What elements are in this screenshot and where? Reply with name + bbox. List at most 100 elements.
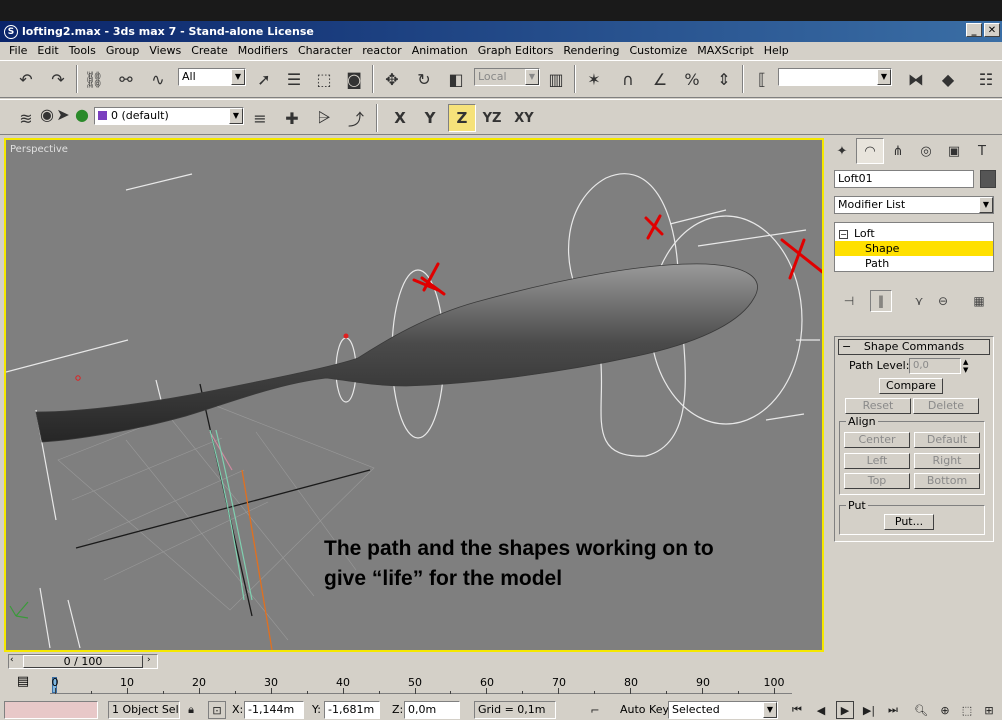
- stack-item-shape[interactable]: Shape: [835, 241, 993, 256]
- unlink-icon[interactable]: ⚯: [112, 65, 140, 93]
- frame-ruler[interactable]: 0 10 20 30 40 50 60 70 80 90 100: [50, 676, 792, 694]
- create-layer-icon[interactable]: ≡: [246, 104, 274, 132]
- align-center-button[interactable]: Center: [844, 432, 910, 448]
- move-icon[interactable]: ✥: [378, 65, 406, 93]
- window-crossing-icon[interactable]: ◙: [340, 65, 368, 93]
- go-to-start-icon[interactable]: ⏮: [788, 701, 806, 719]
- menu-create[interactable]: Create: [186, 44, 233, 57]
- spinner-arrows-icon[interactable]: ▲ ▼: [963, 358, 968, 374]
- align-icon[interactable]: ◆: [934, 65, 962, 93]
- menu-customize[interactable]: Customize: [624, 44, 692, 57]
- perspective-viewport[interactable]: Perspective The path and the shapes work…: [4, 138, 824, 652]
- show-end-result-icon[interactable]: ‖: [870, 290, 892, 312]
- select-by-name-icon[interactable]: ☰: [280, 65, 308, 93]
- zoom-icon[interactable]: 🔍︎: [912, 701, 930, 719]
- slider-next-icon[interactable]: ›: [147, 655, 151, 665]
- select-and-link-icon[interactable]: ⛓: [80, 65, 108, 93]
- layer-dropdown[interactable]: 0 (default) ▼: [94, 107, 244, 125]
- remove-modifier-icon[interactable]: ⊖: [932, 290, 954, 312]
- pin-stack-icon[interactable]: ⊣: [838, 290, 860, 312]
- go-to-end-icon[interactable]: ⏭: [884, 701, 902, 719]
- angle-snap-icon[interactable]: ∠: [646, 65, 674, 93]
- y-coordinate-field[interactable]: -1,681m: [324, 701, 380, 719]
- put-button[interactable]: Put...: [884, 514, 934, 530]
- menu-maxscript[interactable]: MAXScript: [692, 44, 758, 57]
- menu-animation[interactable]: Animation: [407, 44, 473, 57]
- zoom-all-icon[interactable]: ⊕: [936, 701, 954, 719]
- object-name-field[interactable]: Loft01: [834, 170, 974, 188]
- add-to-layer-icon[interactable]: ✚: [278, 104, 306, 132]
- select-layer-objects-icon[interactable]: ⩥: [310, 104, 338, 132]
- teapot-render-icon[interactable]: ●: [72, 100, 92, 128]
- close-button[interactable]: ✕: [984, 23, 1000, 37]
- key-filter-dropdown[interactable]: Selected ▼: [668, 701, 778, 719]
- make-unique-icon[interactable]: ⋎: [908, 290, 930, 312]
- menu-graph-editors[interactable]: Graph Editors: [473, 44, 559, 57]
- pivot-center-icon[interactable]: ▥: [542, 65, 570, 93]
- menu-edit[interactable]: Edit: [32, 44, 63, 57]
- axis-xy-button[interactable]: XY: [510, 104, 538, 132]
- reset-button[interactable]: Reset: [845, 398, 911, 414]
- visibility-eye-icon[interactable]: ◉: [40, 100, 54, 128]
- minimize-button[interactable]: _: [966, 23, 982, 37]
- snap-toggle-icon[interactable]: ∩: [614, 65, 642, 93]
- next-frame-icon[interactable]: ▶|: [860, 701, 878, 719]
- path-level-spinner[interactable]: 0,0: [909, 358, 961, 374]
- display-tab-icon[interactable]: ▣: [940, 138, 968, 164]
- slider-prev-icon[interactable]: ‹: [10, 655, 14, 665]
- layer-manager-icon[interactable]: ☷: [972, 65, 1000, 93]
- z-coordinate-field[interactable]: 0,0m: [404, 701, 460, 719]
- scale-icon[interactable]: ◧: [442, 65, 470, 93]
- select-object-icon[interactable]: ➚: [250, 65, 278, 93]
- previous-frame-icon[interactable]: ◀: [812, 701, 830, 719]
- reference-coordinate-dropdown[interactable]: Local ▼: [474, 68, 540, 86]
- object-color-swatch[interactable]: [980, 170, 996, 188]
- axis-yz-button[interactable]: YZ: [478, 104, 506, 132]
- absolute-mode-icon[interactable]: ⊡: [208, 701, 226, 719]
- axis-x-button[interactable]: X: [386, 104, 414, 132]
- zoom-extents-icon[interactable]: ⬚: [958, 701, 976, 719]
- freeze-icon[interactable]: ➤: [56, 100, 70, 128]
- axis-y-button[interactable]: Y: [416, 104, 444, 132]
- menu-group[interactable]: Group: [101, 44, 145, 57]
- redo-icon[interactable]: ↷: [44, 65, 72, 93]
- menu-reactor[interactable]: reactor: [357, 44, 406, 57]
- axis-z-button[interactable]: Z: [448, 104, 476, 132]
- named-selection-sets-dropdown[interactable]: ▼: [778, 68, 892, 86]
- compare-button[interactable]: Compare: [879, 378, 943, 394]
- menu-character[interactable]: Character: [293, 44, 357, 57]
- align-left-button[interactable]: Left: [844, 453, 910, 469]
- undo-icon[interactable]: ↶: [12, 65, 40, 93]
- bind-space-warp-icon[interactable]: ∿: [144, 65, 172, 93]
- lock-selection-icon[interactable]: 🔒︎: [182, 701, 200, 719]
- selection-filter-dropdown[interactable]: All ▼: [178, 68, 246, 86]
- time-slider-knob[interactable]: 0 / 100: [23, 655, 143, 668]
- spinner-snap-icon[interactable]: ⇕: [710, 65, 738, 93]
- track-bar[interactable]: ▤ 0 10 20 30 40 50 60 70 80 90 100: [0, 670, 1002, 698]
- stack-item-path[interactable]: Path: [835, 256, 993, 271]
- edit-named-selection-icon[interactable]: ⟦: [748, 65, 776, 93]
- delete-button[interactable]: Delete: [913, 398, 979, 414]
- menu-modifiers[interactable]: Modifiers: [233, 44, 293, 57]
- configure-modifier-sets-icon[interactable]: ▦: [968, 290, 990, 312]
- motion-tab-icon[interactable]: ◎: [912, 138, 940, 164]
- time-slider[interactable]: ‹ 0 / 100 ›: [8, 654, 158, 669]
- auto-key-button[interactable]: Auto Key: [620, 703, 669, 716]
- mini-curve-editor-icon[interactable]: ▤: [12, 674, 34, 694]
- align-default-button[interactable]: Default: [914, 432, 980, 448]
- set-key-icon[interactable]: ⌐: [582, 701, 608, 719]
- rectangular-selection-icon[interactable]: ⬚: [310, 65, 338, 93]
- menu-views[interactable]: Views: [144, 44, 186, 57]
- manipulate-icon[interactable]: ✶: [580, 65, 608, 93]
- hierarchy-tab-icon[interactable]: ⋔: [884, 138, 912, 164]
- menu-tools[interactable]: Tools: [64, 44, 101, 57]
- play-icon[interactable]: ▶: [836, 701, 854, 719]
- shape-commands-title[interactable]: − Shape Commands: [838, 339, 990, 355]
- menu-help[interactable]: Help: [759, 44, 794, 57]
- align-right-button[interactable]: Right: [914, 453, 980, 469]
- percent-snap-icon[interactable]: %: [678, 65, 706, 93]
- align-top-button[interactable]: Top: [844, 473, 910, 489]
- rotate-icon[interactable]: ↻: [410, 65, 438, 93]
- set-current-layer-icon[interactable]: ⤴: [342, 104, 370, 132]
- zoom-extents-all-icon[interactable]: ⊞: [980, 701, 998, 719]
